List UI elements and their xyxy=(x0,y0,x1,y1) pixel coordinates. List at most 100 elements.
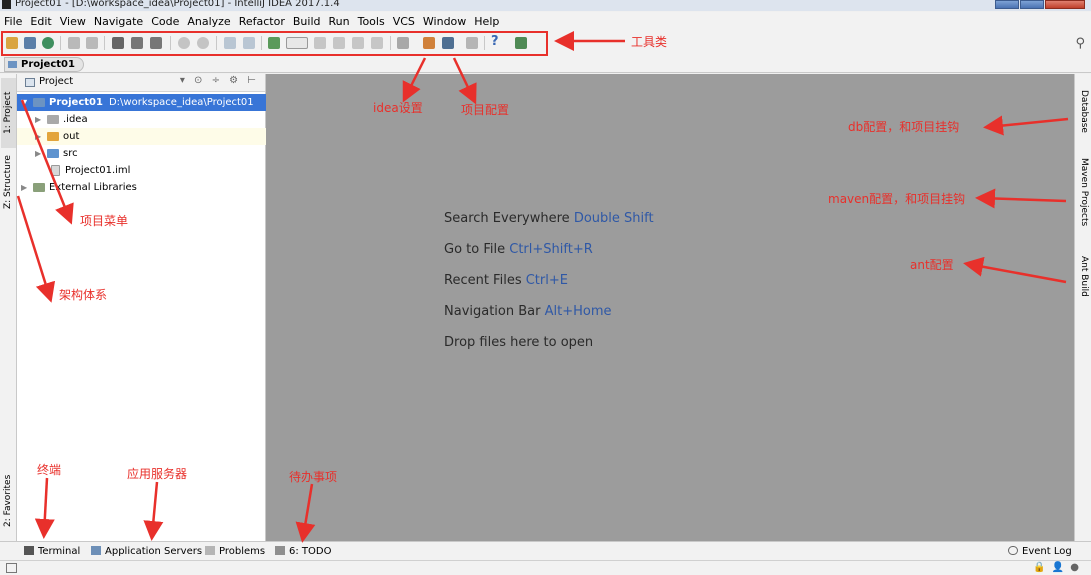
hint-text: Drop files here to open xyxy=(444,335,594,350)
application-servers-label: Application Servers xyxy=(105,546,203,557)
expand-arrow-icon[interactable]: ▼ xyxy=(21,94,27,111)
menu-view[interactable]: View xyxy=(60,15,86,28)
tree-item-label: src xyxy=(63,148,78,159)
status-indicator-icons[interactable]: 🔒👤● xyxy=(1033,562,1085,573)
hint-navigation-bar: Navigation Bar Alt+Home xyxy=(444,304,612,319)
window-controls xyxy=(995,0,1085,9)
menu-bar: File Edit View Navigate Code Analyze Ref… xyxy=(0,12,1091,30)
project-view-icon xyxy=(25,78,35,87)
tree-item-label: out xyxy=(63,131,80,142)
tree-item-out[interactable]: ▶ out xyxy=(17,128,266,145)
menu-build[interactable]: Build xyxy=(293,15,321,28)
maven-tool-tab[interactable]: Maven Projects xyxy=(1076,152,1091,232)
left-tool-strip: 1: Project Z: Structure 2: Favorites xyxy=(0,74,17,541)
tree-item-src[interactable]: ▶ src xyxy=(17,145,266,162)
hint-go-to-file: Go to File Ctrl+Shift+R xyxy=(444,242,593,257)
close-button[interactable] xyxy=(1045,0,1085,9)
database-tool-tab[interactable]: Database xyxy=(1076,80,1091,142)
collapse-arrow-icon[interactable]: ▶ xyxy=(21,179,27,196)
menu-run[interactable]: Run xyxy=(329,15,350,28)
tree-item-label: .idea xyxy=(63,114,88,125)
project-panel-tools[interactable]: ▾ ⊙ ÷ ⚙ ⊢ xyxy=(180,75,259,86)
event-log-tab[interactable]: Event Log xyxy=(1008,544,1072,559)
menu-edit[interactable]: Edit xyxy=(30,15,51,28)
hint-shortcut: Ctrl+Shift+R xyxy=(509,242,593,257)
terminal-tab[interactable]: Terminal xyxy=(24,544,80,559)
todo-label: 6: TODO xyxy=(289,546,332,557)
annotation-app-server: 应用服务器 xyxy=(127,467,188,481)
hint-search-everywhere: Search Everywhere Double Shift xyxy=(444,211,654,226)
hint-text: Search Everywhere xyxy=(444,211,570,226)
menu-window[interactable]: Window xyxy=(423,15,466,28)
minimize-button[interactable] xyxy=(995,0,1019,9)
editor-area[interactable]: Search Everywhere Double Shift Go to Fil… xyxy=(266,74,1074,541)
warning-icon xyxy=(205,546,215,555)
favorites-tool-tab[interactable]: 2: Favorites xyxy=(1,469,16,533)
intellij-app-icon xyxy=(2,0,11,9)
menu-analyze[interactable]: Analyze xyxy=(187,15,230,28)
tool-windows-toggle-icon[interactable] xyxy=(6,563,17,573)
library-icon xyxy=(33,183,45,192)
application-servers-tab[interactable]: Application Servers xyxy=(91,544,202,559)
collapse-arrow-icon[interactable]: ▶ xyxy=(35,111,41,128)
tree-item-label: External Libraries xyxy=(49,182,137,193)
project-tool-tab[interactable]: 1: Project xyxy=(1,78,16,148)
ant-build-tool-tab[interactable]: Ant Build xyxy=(1076,248,1091,304)
hint-recent-files: Recent Files Ctrl+E xyxy=(444,273,568,288)
menu-code[interactable]: Code xyxy=(151,15,179,28)
annotation-ant: ant配置 xyxy=(910,258,954,272)
menu-file[interactable]: File xyxy=(4,15,22,28)
terminal-label: Terminal xyxy=(38,546,81,557)
menu-vcs[interactable]: VCS xyxy=(393,15,415,28)
breadcrumb-project[interactable]: Project01 xyxy=(4,57,84,72)
annotation-structure: 架构体系 xyxy=(59,288,108,302)
annotation-toolbar: 工具类 xyxy=(631,35,668,49)
collapse-arrow-icon[interactable]: ▶ xyxy=(35,145,41,162)
folder-icon xyxy=(47,115,59,124)
hint-shortcut: Double Shift xyxy=(573,211,654,226)
main-toolbar: ? ⚲ xyxy=(0,30,1091,56)
menu-tools[interactable]: Tools xyxy=(358,15,385,28)
excluded-folder-icon xyxy=(47,132,59,141)
event-log-icon xyxy=(1008,546,1018,555)
annotation-project-menu: 项目菜单 xyxy=(80,214,129,228)
annotation-project-config: 项目配置 xyxy=(461,103,510,117)
annotation-maven: maven配置，和项目挂钩 xyxy=(828,192,966,206)
right-tool-strip: Database Maven Projects Ant Build xyxy=(1074,74,1091,541)
collapse-arrow-icon[interactable]: ▶ xyxy=(35,128,41,145)
hint-text: Recent Files xyxy=(444,273,522,288)
terminal-icon xyxy=(24,546,34,555)
toolbar-annotation-box xyxy=(1,31,548,56)
search-everywhere-icon[interactable]: ⚲ xyxy=(1075,36,1085,51)
maximize-button[interactable] xyxy=(1020,0,1044,9)
tree-item-idea[interactable]: ▶ .idea xyxy=(17,111,266,128)
hint-drop-files: Drop files here to open xyxy=(444,335,593,350)
title-bar: Project01 - [D:\workspace_idea\Project01… xyxy=(0,0,1091,11)
bottom-tool-bar: Terminal Application Servers Problems 6:… xyxy=(0,541,1091,560)
menu-navigate[interactable]: Navigate xyxy=(94,15,143,28)
tree-item-path: D:\workspace_idea\Project01 xyxy=(108,97,254,108)
menu-refactor[interactable]: Refactor xyxy=(239,15,285,28)
tree-item-iml[interactable]: Project01.iml xyxy=(17,162,266,179)
project-panel-title[interactable]: Project xyxy=(39,76,73,87)
tree-item-project-root[interactable]: ▼ Project01 D:\workspace_idea\Project01 xyxy=(17,94,266,111)
todo-icon xyxy=(275,546,285,555)
iml-file-icon xyxy=(51,165,60,176)
tree-item-label: Project01.iml xyxy=(65,165,131,176)
module-folder-icon xyxy=(33,98,45,107)
tree-item-external-libraries[interactable]: ▶ External Libraries xyxy=(17,179,266,196)
module-icon xyxy=(8,61,17,68)
navigation-bar: Project01 xyxy=(0,56,1091,73)
annotation-idea-settings: idea设置 xyxy=(373,101,423,115)
structure-tool-tab[interactable]: Z: Structure xyxy=(1,152,16,212)
hint-text: Go to File xyxy=(444,242,506,257)
hint-text: Navigation Bar xyxy=(444,304,541,319)
hint-shortcut: Alt+Home xyxy=(544,304,612,319)
event-log-label: Event Log xyxy=(1022,546,1072,557)
menu-help[interactable]: Help xyxy=(474,15,499,28)
problems-label: Problems xyxy=(219,546,266,557)
annotation-db: db配置，和项目挂钩 xyxy=(848,120,960,134)
annotation-todo: 待办事项 xyxy=(289,470,338,484)
todo-tab[interactable]: 6: TODO xyxy=(275,544,331,559)
problems-tab[interactable]: Problems xyxy=(205,544,265,559)
